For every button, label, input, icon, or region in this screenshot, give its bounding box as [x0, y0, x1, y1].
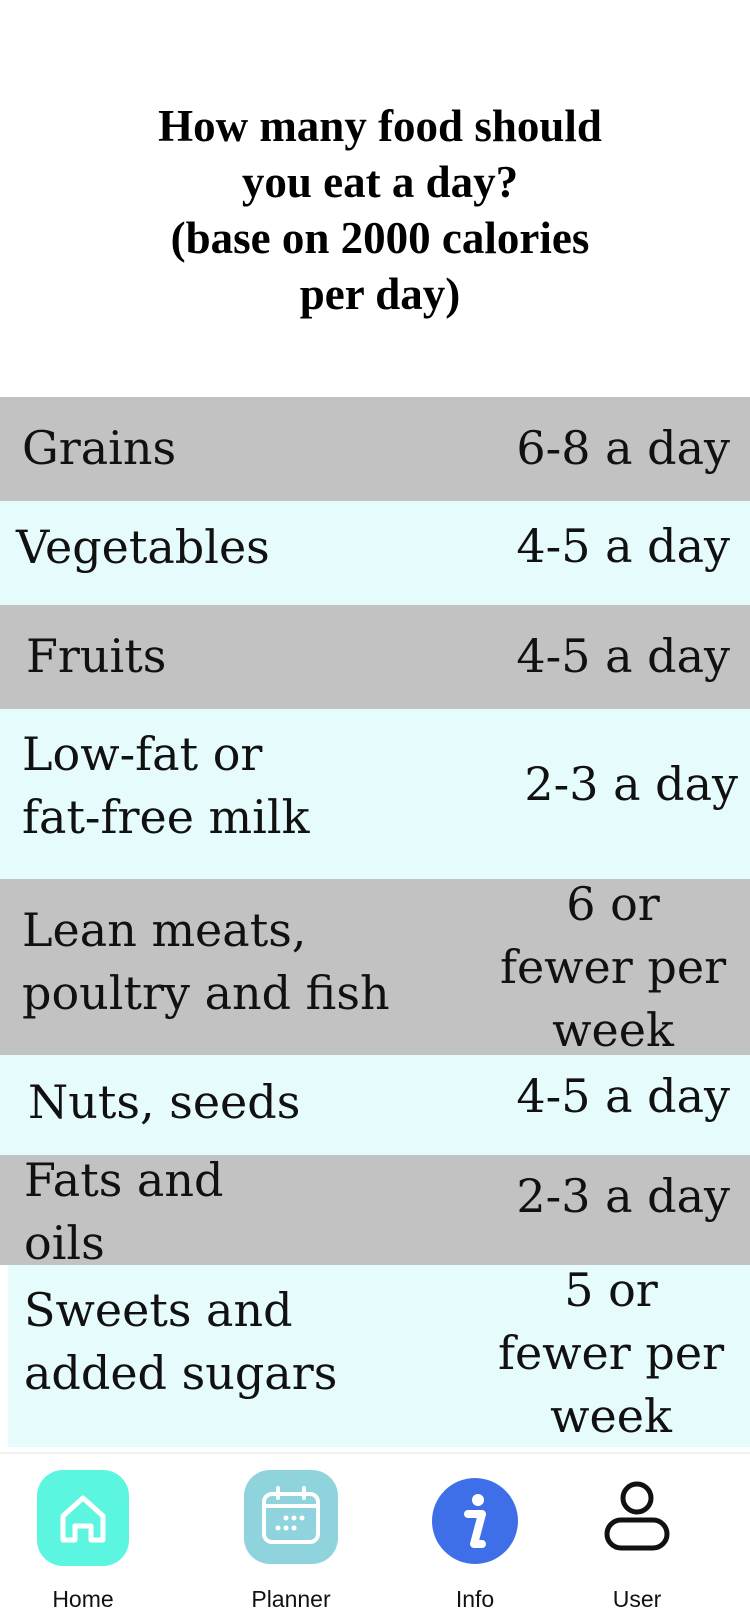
- food-name-line: Fats and: [24, 1155, 224, 1207]
- food-amount: 4-5 a day: [480, 625, 730, 688]
- food-name-line: added sugars: [24, 1346, 338, 1400]
- info-icon: [432, 1478, 518, 1564]
- food-amount-line: 2-3 a day: [524, 757, 738, 811]
- food-amount-line: fewer per: [499, 940, 727, 994]
- food-amount-line: 6 or: [566, 877, 660, 931]
- tab-user[interactable]: User: [572, 1454, 702, 1624]
- tab-user-label: User: [612, 1586, 662, 1612]
- food-amount-line: 2-3 a day: [516, 1169, 730, 1223]
- food-amount-line: fewer per: [497, 1326, 725, 1380]
- bottom-tab-bar: Home Planner Info User: [0, 1452, 750, 1624]
- title-line-3: (base on 2000 calories: [170, 213, 590, 263]
- food-amount-line: week: [550, 1389, 672, 1443]
- food-amount: 2-3 a day: [488, 753, 738, 816]
- title-line-4: per day): [299, 269, 461, 319]
- food-name: Nuts, seeds: [28, 1071, 300, 1134]
- food-name-line: oils: [24, 1216, 105, 1265]
- tab-info[interactable]: Info: [410, 1454, 540, 1624]
- food-name-line: poultry and fish: [22, 966, 390, 1020]
- food-name-line: Nuts, seeds: [28, 1075, 301, 1129]
- food-row-nuts: Nuts, seeds 4-5 a day: [0, 1055, 750, 1155]
- food-name-line: Grains: [22, 421, 177, 475]
- food-name-line: Sweets and: [24, 1283, 293, 1337]
- food-name: Grains: [22, 417, 176, 480]
- user-icon: [597, 1474, 677, 1564]
- food-name: Vegetables: [16, 516, 270, 579]
- food-amount: 4-5 a day: [480, 1065, 730, 1128]
- food-name-line: Vegetables: [16, 520, 270, 574]
- food-row-sweets: Sweets and added sugars 5 or fewer per w…: [8, 1263, 750, 1447]
- food-amount: 6 or fewer per week: [488, 873, 738, 1062]
- food-amount-line: 6-8 a day: [516, 421, 730, 475]
- food-name: Fats and oils: [24, 1155, 223, 1265]
- food-amount: 2-3 a day: [480, 1165, 730, 1228]
- food-name: Fruits: [26, 625, 166, 688]
- page-title: How many food should you eat a day? (bas…: [0, 98, 750, 322]
- food-amount: 6-8 a day: [480, 417, 730, 480]
- tab-home-label: Home: [52, 1586, 114, 1612]
- tab-planner[interactable]: Planner: [226, 1454, 356, 1624]
- tab-info-label: Info: [455, 1586, 495, 1612]
- food-row-fruits: Fruits 4-5 a day: [0, 605, 750, 709]
- home-icon: [37, 1470, 129, 1566]
- food-name-line: Low-fat or: [22, 727, 263, 781]
- food-name-line: Lean meats,: [22, 903, 307, 957]
- food-row-grains: Grains 6-8 a day: [0, 397, 750, 501]
- food-name: Low-fat or fat-free milk: [22, 723, 309, 849]
- food-name: Sweets and added sugars: [24, 1279, 337, 1405]
- title-line-1: How many food should: [158, 101, 602, 151]
- food-amount-line: 4-5 a day: [516, 1069, 730, 1123]
- tab-planner-label: Planner: [251, 1586, 331, 1612]
- food-name-line: Fruits: [26, 629, 167, 683]
- food-amount-line: 4-5 a day: [516, 629, 730, 683]
- title-line-2: you eat a day?: [241, 157, 519, 207]
- food-amount-line: 4-5 a day: [516, 519, 730, 573]
- food-amount-line: 5 or: [564, 1263, 658, 1317]
- food-amount: 4-5 a day: [480, 515, 730, 578]
- food-row-fats: Fats and oils 2-3 a day: [0, 1155, 750, 1265]
- food-name-line: fat-free milk: [22, 790, 310, 844]
- food-name: Lean meats, poultry and fish: [22, 899, 390, 1025]
- food-amount: 5 or fewer per week: [486, 1259, 736, 1448]
- food-row-vegetables: Vegetables 4-5 a day: [0, 501, 750, 605]
- food-amount-line: week: [552, 1003, 674, 1057]
- calendar-icon: [244, 1470, 338, 1564]
- food-row-milk: Low-fat or fat-free milk 2-3 a day: [0, 709, 750, 879]
- food-row-meats: Lean meats, poultry and fish 6 or fewer …: [0, 877, 750, 1057]
- tab-home[interactable]: Home: [18, 1454, 148, 1624]
